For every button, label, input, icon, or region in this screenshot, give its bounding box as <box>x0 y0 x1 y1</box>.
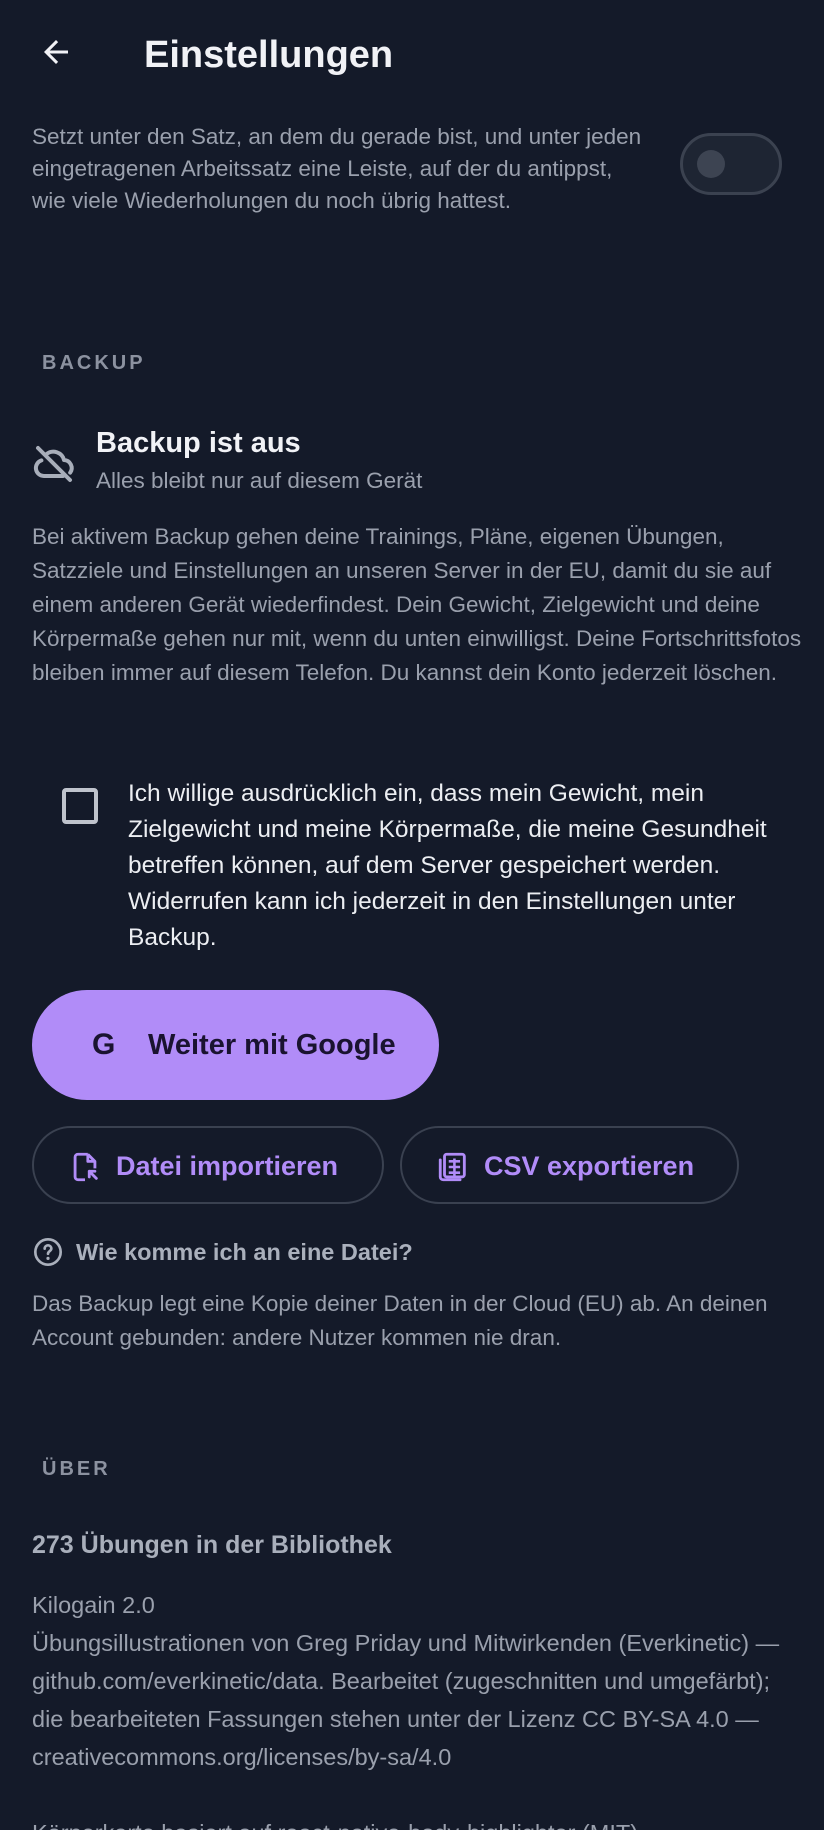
import-button-label: Datei importieren <box>116 1151 339 1181</box>
export-button-label: CSV exportieren <box>484 1151 695 1181</box>
continue-with-google-button[interactable]: G Weiter mit Google <box>32 990 439 1100</box>
backup-description: Bei aktivem Backup gehen deine Trainings… <box>32 524 802 685</box>
help-link-label: Wie komme ich an eine Datei? <box>76 1239 413 1265</box>
question-circle-icon <box>34 1238 62 1266</box>
import-file-button[interactable]: Datei importieren <box>32 1126 384 1204</box>
google-icon: G <box>92 1028 116 1061</box>
toggle-knob <box>697 150 725 178</box>
arrow-left-icon <box>44 40 68 64</box>
app-version: Kilogain 2.0 <box>32 1592 155 1618</box>
library-count: 273 Übungen in der Bibliothek <box>32 1531 392 1559</box>
section-label-backup: BACKUP <box>42 352 146 374</box>
top-app-bar: Einstellungen <box>0 0 824 110</box>
spreadsheet-icon <box>438 1152 466 1182</box>
rir-setting-description: Setzt unter den Satz, an dem du gerade b… <box>32 124 642 213</box>
rir-setting-toggle[interactable] <box>680 133 782 195</box>
settings-page: Einstellungen Setzt unter den Satz, an d… <box>0 0 824 1830</box>
file-import-icon <box>73 1152 98 1182</box>
body-map-credit: Körperkarte basiert auf react-native-bod… <box>32 1814 802 1830</box>
illustration-credits: Übungsillustrationen von Greg Priday und… <box>32 1630 780 1770</box>
export-csv-button[interactable]: CSV exportieren <box>400 1126 739 1204</box>
google-button-label: Weiter mit Google <box>148 1029 396 1061</box>
section-label-about: ÜBER <box>42 1458 111 1480</box>
health-data-consent-checkbox[interactable] <box>62 788 98 824</box>
health-data-consent-label: Ich willige ausdrücklich ein, dass mein … <box>128 780 767 951</box>
backup-status-title: Backup ist aus <box>96 427 301 459</box>
page-title: Einstellungen <box>144 34 394 76</box>
cloud-off-icon <box>33 446 74 482</box>
file-help-link[interactable]: Wie komme ich an eine Datei? <box>32 1232 432 1272</box>
backup-status-subtitle: Alles bleibt nur auf diesem Gerät <box>96 468 423 493</box>
backup-footnote: Das Backup legt eine Kopie deiner Daten … <box>32 1291 768 1350</box>
back-button[interactable] <box>28 24 84 80</box>
